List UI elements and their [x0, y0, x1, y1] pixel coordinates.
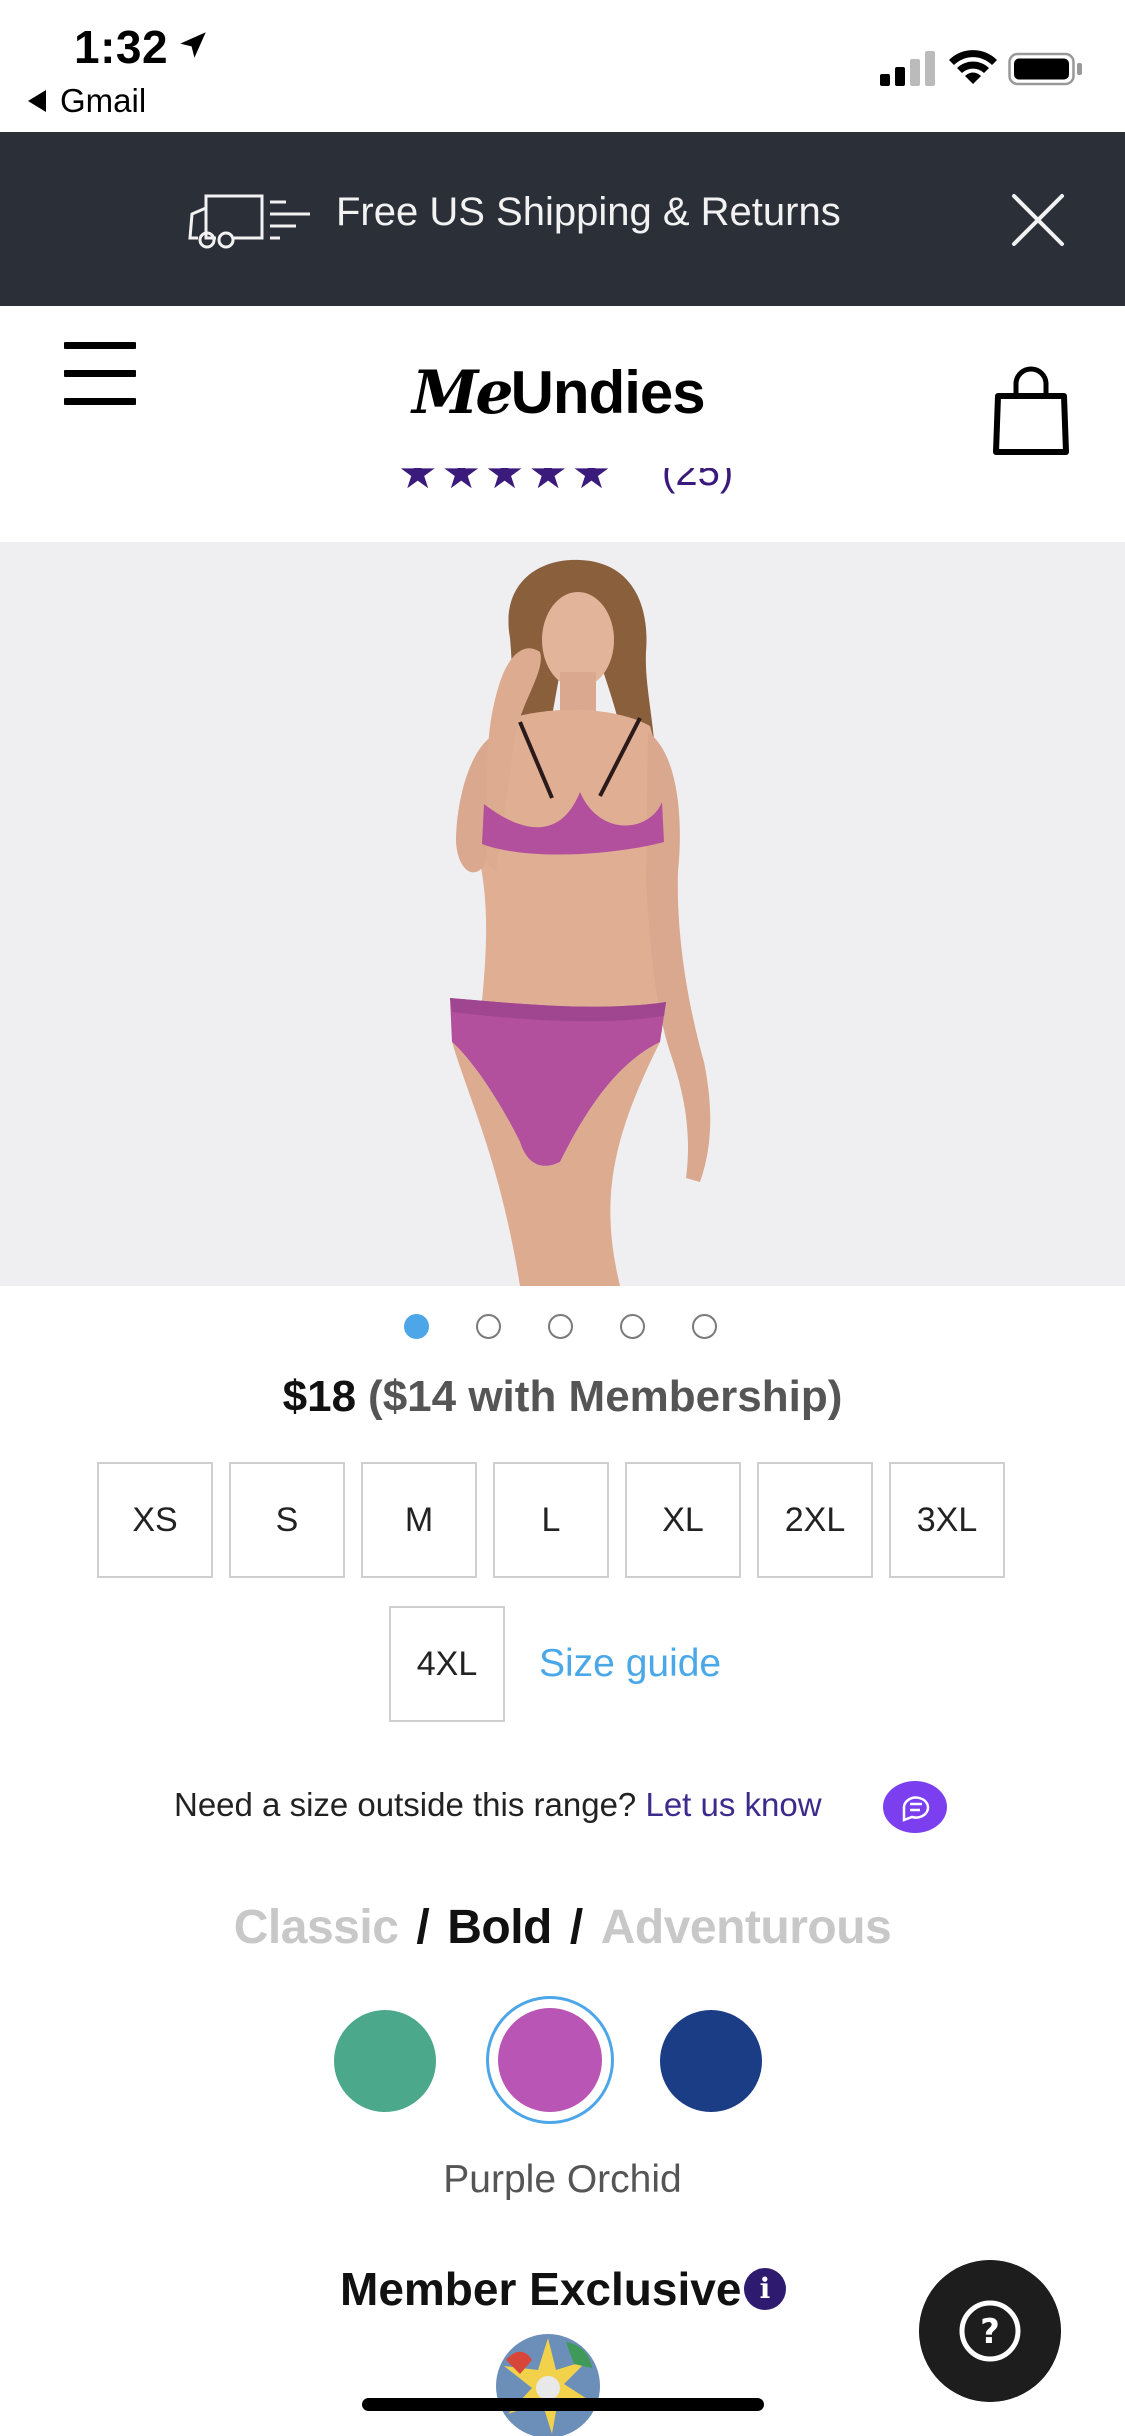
battery-icon	[1008, 52, 1082, 86]
status-time: 1:32	[74, 21, 169, 73]
cellular-signal-icon	[880, 51, 935, 86]
delivery-truck-icon	[188, 194, 310, 249]
help-button[interactable]: ?	[919, 2260, 1061, 2402]
carousel-dot[interactable]	[404, 1314, 429, 1339]
wifi-icon	[949, 50, 997, 84]
size-option-4xl[interactable]: 4XL	[389, 1606, 505, 1722]
home-indicator[interactable]	[362, 2398, 764, 2411]
member-exclusive-heading: Member Exclusive	[340, 2263, 742, 2315]
size-guide-link[interactable]: Size guide	[539, 1642, 721, 1686]
size-option-xs[interactable]: XS	[97, 1462, 213, 1578]
review-count[interactable]: (25)	[662, 468, 733, 495]
product-image[interactable]	[0, 542, 1125, 1286]
model-photo	[450, 559, 711, 1286]
selected-color-name: Purple Orchid	[443, 2158, 682, 2201]
carousel-dot[interactable]	[476, 1314, 501, 1339]
rating-stars: ★★★★★	[398, 468, 616, 498]
location-arrow-icon	[180, 32, 206, 58]
status-bar: 1:32 Gmail	[0, 0, 1125, 132]
size-option-2xl[interactable]: 2XL	[757, 1462, 873, 1578]
size-option-3xl[interactable]: 3XL	[889, 1462, 1005, 1578]
back-triangle-icon	[28, 90, 46, 112]
navy-swatch[interactable]	[660, 2010, 762, 2112]
brand-logo[interactable]: MeUndies	[412, 358, 706, 428]
rating-peek: ★★★★★ (25)	[398, 468, 738, 502]
style-option-bold[interactable]: Bold	[447, 1901, 552, 1954]
style-selector: Classic / Bold / Adventurous	[233, 1901, 892, 1954]
help-icon: ?	[980, 2312, 1000, 2352]
promo-banner: Free US Shipping & Returns	[0, 132, 1125, 306]
purple-orchid-swatch[interactable]	[498, 2008, 602, 2112]
member-price: ($14 with Membership)	[368, 1372, 843, 1421]
style-option-adventurous[interactable]: Adventurous	[601, 1901, 892, 1954]
menu-icon[interactable]	[64, 342, 136, 410]
back-app-label: Gmail	[60, 82, 147, 119]
chat-bubble-icon[interactable]	[882, 1780, 948, 1834]
promo-text: Free US Shipping & Returns	[336, 190, 841, 234]
shopping-bag-icon[interactable]	[992, 366, 1070, 456]
size-option-s[interactable]: S	[229, 1462, 345, 1578]
price: $18	[282, 1372, 357, 1421]
style-option-classic[interactable]: Classic	[234, 1901, 399, 1954]
info-icon[interactable]: i	[744, 2268, 786, 2310]
size-request-text: Need a size outside this range? Let us k…	[174, 1786, 822, 1823]
size-option-m[interactable]: M	[361, 1462, 477, 1578]
carousel-dots	[404, 1314, 717, 1340]
site-header: MeUndies	[0, 306, 1125, 472]
carousel-dot[interactable]	[620, 1314, 645, 1339]
size-option-l[interactable]: L	[493, 1462, 609, 1578]
size-option-xl[interactable]: XL	[625, 1462, 741, 1578]
close-icon[interactable]	[1008, 190, 1068, 250]
let-us-know-link[interactable]: Let us know	[645, 1786, 821, 1823]
carousel-dot[interactable]	[692, 1314, 717, 1339]
back-to-app-button[interactable]: Gmail	[28, 82, 146, 120]
member-exclusive-print-thumbnail[interactable]	[496, 2330, 600, 2436]
price-line: $18 ($14 with Membership)	[0, 1372, 1125, 1422]
carousel-dot[interactable]	[548, 1314, 573, 1339]
green-swatch[interactable]	[334, 2010, 436, 2112]
